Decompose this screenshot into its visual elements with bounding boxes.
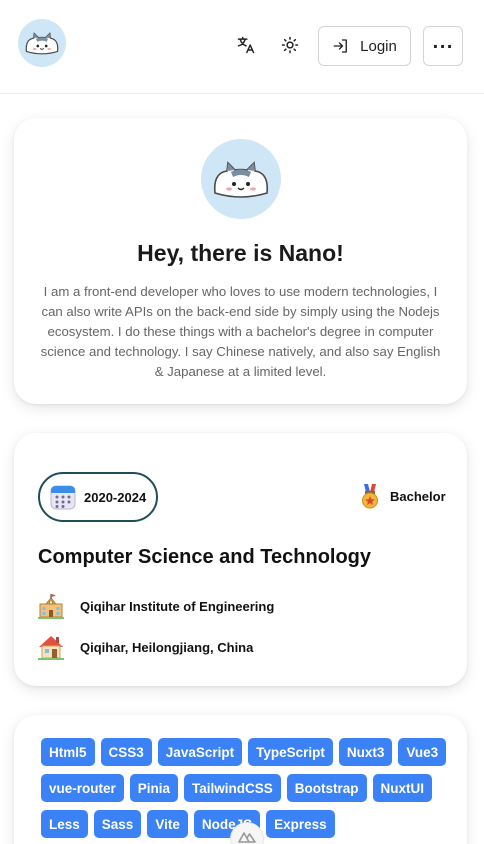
skill-tag[interactable]: NuxtUI bbox=[372, 774, 433, 802]
skill-tag[interactable]: Sass bbox=[93, 810, 142, 838]
logo-avatar[interactable] bbox=[18, 19, 66, 67]
skill-tag[interactable]: JavaScript bbox=[157, 738, 243, 766]
degree-label: Bachelor bbox=[358, 483, 446, 509]
skill-tag[interactable]: Express bbox=[266, 810, 335, 838]
calendar-icon bbox=[50, 485, 76, 510]
degree-text: Bachelor bbox=[390, 488, 446, 504]
skill-tag[interactable]: Vue3 bbox=[398, 738, 447, 766]
major-title: Computer Science and Technology bbox=[38, 546, 372, 568]
house-icon bbox=[38, 636, 64, 660]
skill-tag[interactable]: Vite bbox=[147, 810, 188, 838]
cat-avatar-icon bbox=[25, 32, 59, 55]
period-text: 2020-2024 bbox=[84, 489, 147, 505]
more-menu-button[interactable]: ··· bbox=[423, 26, 463, 66]
skill-tag[interactable]: TailwindCSS bbox=[184, 774, 281, 802]
theme-toggle-button[interactable] bbox=[279, 34, 301, 56]
intro-bio: I am a front-end developer who loves to … bbox=[40, 284, 441, 379]
education-card: 2020-2024 Bachelor Computer Science and … bbox=[14, 433, 467, 686]
intro-card: Hey, there is Nano! I am a front-end dev… bbox=[14, 118, 467, 404]
sun-icon bbox=[281, 36, 299, 54]
translate-icon bbox=[237, 36, 255, 54]
period-badge: 2020-2024 bbox=[38, 472, 158, 522]
location-text: Qiqihar, Heilongjiang, China bbox=[80, 639, 254, 655]
skill-tag[interactable]: Html5 bbox=[41, 738, 95, 766]
skill-tag[interactable]: vue-router bbox=[41, 774, 124, 802]
skill-tag[interactable]: Bootstrap bbox=[286, 774, 367, 802]
school-row: Qiqihar Institute of Engineering bbox=[38, 593, 274, 619]
cat-avatar-icon bbox=[213, 161, 269, 198]
more-label: ··· bbox=[432, 36, 454, 56]
intro-title: Hey, there is Nano! bbox=[137, 240, 344, 266]
location-row: Qiqihar, Heilongjiang, China bbox=[38, 634, 253, 660]
skill-tag[interactable]: CSS3 bbox=[100, 738, 152, 766]
profile-avatar bbox=[201, 139, 281, 219]
medal-icon bbox=[362, 484, 378, 509]
school-text: Qiqihar Institute of Engineering bbox=[80, 598, 275, 614]
nuxt-logo-icon bbox=[238, 832, 256, 843]
translate-button[interactable] bbox=[235, 34, 257, 56]
skill-tag[interactable]: Nuxt3 bbox=[338, 738, 393, 766]
login-label: Login bbox=[360, 37, 397, 55]
login-icon bbox=[333, 39, 348, 53]
login-button[interactable]: Login bbox=[318, 26, 411, 66]
skill-tag[interactable]: Pinia bbox=[129, 774, 179, 802]
school-icon bbox=[38, 594, 64, 619]
skill-tag[interactable]: TypeScript bbox=[248, 738, 333, 766]
top-navbar: Login ··· bbox=[0, 0, 484, 94]
skill-tag[interactable]: Less bbox=[41, 810, 88, 838]
